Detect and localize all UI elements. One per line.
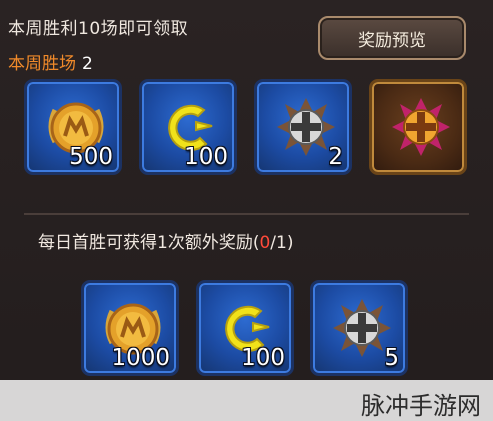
reward-count: 100: [184, 144, 228, 170]
gold-cross-emblem-icon: [392, 98, 450, 156]
reward-count: 2: [328, 144, 343, 170]
weekly-reward-slot-4[interactable]: [369, 79, 467, 175]
reward-preview-button[interactable]: 奖励预览: [318, 16, 466, 60]
daily-reward-slot-3[interactable]: 5: [310, 280, 408, 376]
weekly-reward-slot-2[interactable]: 100: [139, 79, 237, 175]
weekly-wins-row: 本周胜场 2: [8, 49, 93, 74]
weekly-reward-slot-1[interactable]: 500: [24, 79, 122, 175]
weekly-wins-label: 本周胜场: [8, 54, 76, 74]
daily-first-win-label: 每日首胜可获得1次额外奖励(: [38, 233, 260, 253]
section-divider: [24, 213, 469, 215]
reward-count: 500: [69, 144, 113, 170]
watermark-bar: 脉冲手游网: [0, 380, 493, 421]
reward-count: 1000: [111, 345, 170, 371]
daily-reward-slot-2[interactable]: 100: [196, 280, 294, 376]
weekly-reward-slot-3[interactable]: 2: [254, 79, 352, 175]
daily-reward-slot-1[interactable]: 1000: [81, 280, 179, 376]
weekly-goal-title: 本周胜利10场即可领取: [8, 19, 189, 39]
reward-count: 100: [241, 345, 285, 371]
reward-count: 5: [384, 345, 399, 371]
daily-progress-current: 0: [259, 233, 271, 253]
daily-first-win-text: 每日首胜可获得1次额外奖励(0/1): [38, 228, 293, 253]
daily-progress-total: /1): [270, 233, 294, 253]
weekly-wins-value: 2: [82, 54, 93, 74]
watermark-text: 脉冲手游网: [361, 392, 481, 420]
reward-panel: 本周胜利10场即可领取 本周胜场 2 奖励预览 500 100 2 每日首胜可获…: [0, 0, 493, 421]
